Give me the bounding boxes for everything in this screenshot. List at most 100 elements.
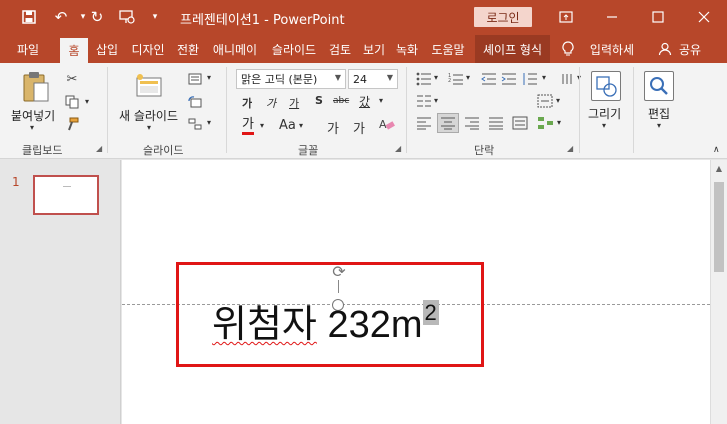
change-case-dropdown-icon[interactable]: ▾ xyxy=(299,121,303,130)
share-person-icon[interactable] xyxy=(657,35,673,63)
justify-icon[interactable] xyxy=(487,115,505,131)
lightbulb-icon[interactable] xyxy=(558,35,578,63)
shadow-button[interactable]: S xyxy=(315,94,323,107)
underline-button[interactable]: 가 xyxy=(289,95,299,111)
tab-shape-format[interactable]: 셰이프 형식 xyxy=(475,35,550,63)
chevron-down-icon[interactable]: ▼ xyxy=(335,73,341,82)
undo-icon[interactable]: ↶ xyxy=(50,6,72,28)
increase-font-icon[interactable] xyxy=(354,89,370,109)
slide-thumbnail[interactable] xyxy=(33,175,99,215)
drawing-label[interactable]: 그리기 xyxy=(588,105,621,122)
align-center-icon[interactable] xyxy=(437,113,459,133)
smartart-icon[interactable] xyxy=(536,115,556,131)
slide-text-value[interactable]: 232m xyxy=(317,304,422,346)
spellcheck-word[interactable]: 위첨자 xyxy=(212,304,317,346)
align-right-icon[interactable] xyxy=(463,115,481,131)
drawing-dropdown-icon[interactable]: ▾ xyxy=(602,121,606,130)
section-icon[interactable] xyxy=(186,115,204,133)
scroll-thumb[interactable] xyxy=(714,182,724,272)
increase-indent-icon[interactable] xyxy=(500,71,518,87)
close-icon[interactable] xyxy=(681,0,727,33)
columns-dropdown-icon[interactable]: ▾ xyxy=(434,96,438,105)
spacing-dropdown-icon[interactable]: ▾ xyxy=(379,96,383,105)
bullets-icon[interactable] xyxy=(415,71,433,87)
clipboard-launcher-icon[interactable]: ◢ xyxy=(96,144,102,153)
drawing-shapes-icon[interactable] xyxy=(591,71,621,101)
font-size-combo[interactable]: 24 ▼ xyxy=(348,69,398,89)
scroll-up-icon[interactable]: ▲ xyxy=(711,160,727,177)
new-slide-label[interactable]: 새 슬라이드 xyxy=(119,107,178,124)
tab-review[interactable]: 검토 xyxy=(325,35,355,63)
decrease-indent-icon[interactable] xyxy=(480,71,498,87)
tab-help[interactable]: 도움말 xyxy=(425,35,471,63)
paste-dropdown-icon[interactable]: ▾ xyxy=(30,123,34,132)
editing-label[interactable]: 편집 xyxy=(648,105,670,122)
align-left-icon[interactable] xyxy=(415,115,433,131)
tab-view[interactable]: 보기 xyxy=(359,35,389,63)
font-name-combo[interactable]: 맑은 고딕 (본문) ▼ xyxy=(236,69,346,89)
login-button[interactable]: 로그인 xyxy=(474,7,532,27)
rotate-icon[interactable]: ⟳ xyxy=(329,261,349,281)
share-button[interactable]: 공유 xyxy=(675,35,705,63)
increase-font-size-button[interactable]: 가 xyxy=(327,118,339,137)
customize-icon[interactable]: ▾ xyxy=(144,6,166,28)
present-icon[interactable] xyxy=(116,6,138,28)
columns-icon[interactable] xyxy=(415,93,433,109)
bold-button[interactable]: 가 xyxy=(242,95,252,111)
tab-animations[interactable]: 애니메이 xyxy=(206,35,264,63)
font-color-dropdown-icon[interactable]: ▾ xyxy=(260,121,264,130)
tab-home[interactable]: 홈 xyxy=(60,38,88,63)
format-painter-icon[interactable] xyxy=(63,115,81,133)
strikethrough-button[interactable]: abc xyxy=(333,96,349,106)
line-spacing-dropdown-icon[interactable]: ▾ xyxy=(542,73,546,82)
cut-icon[interactable]: ✂ xyxy=(63,70,81,88)
slide-text[interactable]: 위첨자 232m2 xyxy=(212,300,439,347)
italic-button[interactable]: 가 xyxy=(266,95,276,111)
font-color-button[interactable]: 가 xyxy=(242,118,254,135)
paste-label[interactable]: 붙여넣기 xyxy=(11,107,55,124)
numbering-icon[interactable]: 12 xyxy=(447,71,465,87)
tab-design[interactable]: 디자인 xyxy=(126,35,170,63)
reset-icon[interactable] xyxy=(186,93,204,111)
tab-file[interactable]: 파일 xyxy=(5,35,51,63)
tab-record[interactable]: 녹화 xyxy=(392,35,422,63)
find-icon[interactable] xyxy=(644,71,674,101)
change-case-button[interactable]: Aa xyxy=(279,118,296,133)
vertical-scrollbar[interactable]: ▲ xyxy=(710,160,727,424)
redo-icon[interactable]: ↻ xyxy=(86,6,108,28)
tell-me-search[interactable]: 입력하세 xyxy=(586,35,638,63)
decrease-font-size-button[interactable]: 가 xyxy=(353,118,365,137)
clear-formatting-icon[interactable]: A xyxy=(378,115,396,133)
align-text-dropdown-icon[interactable]: ▾ xyxy=(556,96,560,105)
layout-dropdown-icon[interactable]: ▾ xyxy=(207,73,211,82)
superscript-text[interactable]: 2 xyxy=(422,300,439,325)
copy-icon[interactable] xyxy=(63,93,81,111)
tab-transitions[interactable]: 전환 xyxy=(173,35,203,63)
ribbon-display-icon[interactable] xyxy=(543,0,589,33)
new-slide-dropdown-icon[interactable]: ▾ xyxy=(147,123,151,132)
line-spacing-icon[interactable] xyxy=(521,71,539,87)
editing-dropdown-icon[interactable]: ▾ xyxy=(657,121,661,130)
clipboard-group-label: 클립보드 xyxy=(22,144,63,157)
layout-icon[interactable] xyxy=(186,70,204,88)
minimize-icon[interactable] xyxy=(589,0,635,33)
copy-dropdown-icon[interactable]: ▾ xyxy=(85,97,89,106)
distributed-icon[interactable] xyxy=(511,115,529,131)
bullets-dropdown-icon[interactable]: ▾ xyxy=(434,73,438,82)
text-direction-icon[interactable] xyxy=(559,71,577,87)
numbering-dropdown-icon[interactable]: ▾ xyxy=(466,73,470,82)
align-text-icon[interactable] xyxy=(536,93,554,109)
collapse-ribbon-icon[interactable]: ∧ xyxy=(713,145,720,155)
paste-icon[interactable] xyxy=(20,71,52,103)
tab-slideshow[interactable]: 슬라이드 xyxy=(266,35,322,63)
smartart-dropdown-icon[interactable]: ▾ xyxy=(557,118,561,127)
paragraph-launcher-icon[interactable]: ◢ xyxy=(567,144,573,153)
slide-canvas[interactable]: ⟳ 위첨자 232m2 xyxy=(122,160,710,424)
tab-insert[interactable]: 삽입 xyxy=(92,35,122,63)
maximize-icon[interactable] xyxy=(635,0,681,33)
section-dropdown-icon[interactable]: ▾ xyxy=(207,118,211,127)
chevron-down-icon[interactable]: ▼ xyxy=(387,73,393,82)
save-icon[interactable] xyxy=(18,6,40,28)
font-launcher-icon[interactable]: ◢ xyxy=(395,144,401,153)
new-slide-icon[interactable] xyxy=(134,71,166,101)
